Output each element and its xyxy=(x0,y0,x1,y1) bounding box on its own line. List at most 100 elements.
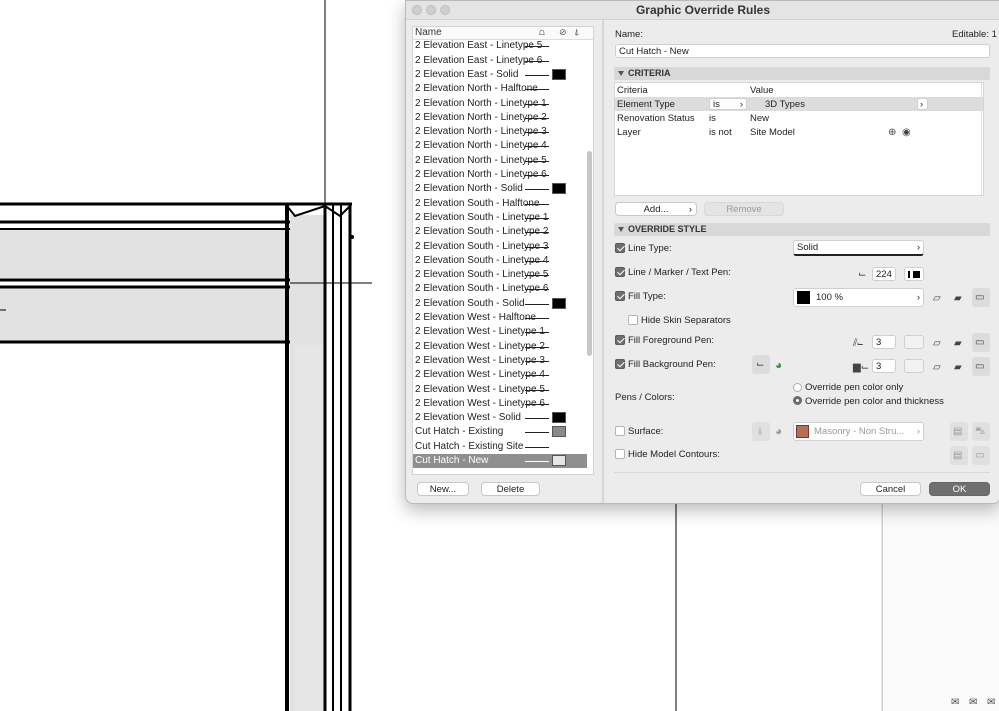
cancel-button[interactable]: Cancel xyxy=(860,482,921,496)
fill-cover-icon[interactable]: ▰ xyxy=(954,293,962,304)
fill-background-pen-number[interactable]: 3 xyxy=(872,359,896,373)
panel-splitter[interactable] xyxy=(602,20,604,503)
criteria-section-header[interactable]: CRITERIA xyxy=(614,67,990,80)
override-color-thickness-radio[interactable] xyxy=(793,396,802,405)
fill-foreground-color-swatch[interactable] xyxy=(904,335,924,349)
rule-list-item[interactable]: Cut Hatch - Existing xyxy=(413,425,587,439)
hide-skin-separators-checkbox[interactable] xyxy=(628,315,638,325)
line-type-column-icon[interactable]: ⩍ xyxy=(539,28,548,37)
rule-list-item[interactable]: Cut Hatch - New xyxy=(413,454,587,468)
rule-list-item[interactable]: 2 Elevation West - Linetype 1 xyxy=(413,325,587,339)
rule-list-item[interactable]: 2 Elevation East - Linetype 6 xyxy=(413,54,587,68)
chevron-right-icon: › xyxy=(688,204,692,215)
rules-list[interactable]: 2 Elevation East - Linetype 42 Elevation… xyxy=(412,26,594,475)
surface-checkbox[interactable] xyxy=(615,426,625,436)
add-criteria-button[interactable]: Add... › xyxy=(615,202,697,216)
rule-list-item[interactable]: 2 Elevation South - Halftone xyxy=(413,197,587,211)
fill-cut-icon[interactable]: ▱ xyxy=(933,293,941,304)
bg-cut-icon[interactable]: ▱ xyxy=(933,362,941,373)
rule-name-input[interactable]: Cut Hatch - New xyxy=(615,44,990,58)
new-rule-button[interactable]: New... xyxy=(417,482,469,496)
rule-list-item[interactable]: 2 Elevation North - Linetype 6 xyxy=(413,168,587,182)
rule-list-item[interactable]: 2 Elevation South - Linetype 5 xyxy=(413,268,587,282)
rule-list-item[interactable]: 2 Elevation South - Solid xyxy=(413,297,587,311)
rule-list-item[interactable]: 2 Elevation North - Linetype 2 xyxy=(413,111,587,125)
fill-foreground-pen-number[interactable]: 3 xyxy=(872,335,896,349)
color-wheel-icon[interactable]: ◕ xyxy=(775,359,782,371)
line-type-preview xyxy=(525,232,549,234)
rule-list-item[interactable]: 2 Elevation North - Linetype 4 xyxy=(413,139,587,153)
line-type-preview xyxy=(525,303,549,305)
rule-list-item[interactable]: Cut Hatch - Existing Site xyxy=(413,440,587,454)
rule-list-item[interactable]: 2 Elevation West - Linetype 2 xyxy=(413,340,587,354)
hide-model-contours-checkbox[interactable] xyxy=(615,449,625,459)
delete-rule-button[interactable]: Delete xyxy=(481,482,540,496)
criteria-row-selected[interactable]: Element Type is › 3D Types › xyxy=(615,97,983,111)
pen-column-icon[interactable]: ⍋ xyxy=(574,28,583,37)
criteria-row[interactable]: Renovation Status is New xyxy=(615,111,983,125)
scrollbar-thumb[interactable] xyxy=(587,151,592,356)
name-column-header[interactable]: Name xyxy=(415,27,442,38)
pen-picker-button[interactable]: ⌙ xyxy=(752,355,770,374)
rule-list-item[interactable]: 2 Elevation North - Linetype 3 xyxy=(413,125,587,139)
criteria-operator-select[interactable]: is › xyxy=(709,98,747,110)
rule-list-item[interactable]: 2 Elevation West - Linetype 4 xyxy=(413,368,587,382)
contours-catalog-icon[interactable]: ▤ xyxy=(950,446,968,465)
pen-color-icon xyxy=(908,271,910,278)
fg-drafting-icon[interactable]: ▭ xyxy=(972,333,990,352)
fg-cut-icon[interactable]: ▱ xyxy=(933,338,941,349)
surface-pen-button[interactable]: ⍋ xyxy=(752,422,770,441)
fill-background-color-swatch[interactable] xyxy=(904,359,924,373)
ok-button[interactable]: OK xyxy=(929,482,990,496)
rule-list-item[interactable]: 2 Elevation South - Linetype 6 xyxy=(413,282,587,296)
criteria-table-scrollbar[interactable] xyxy=(981,83,982,195)
surface-catalog-icon[interactable]: ▤ xyxy=(950,422,968,441)
line-type-checkbox[interactable] xyxy=(615,243,625,253)
line-type-preview xyxy=(525,117,549,119)
rule-list-item[interactable]: 2 Elevation West - Solid xyxy=(413,411,587,425)
line-pen-color-swatch[interactable] xyxy=(904,267,924,281)
line-type-select[interactable]: Solid › xyxy=(793,240,924,256)
rule-list-item[interactable]: 2 Elevation West - Linetype 3 xyxy=(413,354,587,368)
rule-list-item[interactable]: 2 Elevation South - Linetype 4 xyxy=(413,254,587,268)
fill-column-icon[interactable]: ⊘ xyxy=(559,28,568,37)
rule-list-item[interactable]: 2 Elevation West - Linetype 6 xyxy=(413,397,587,411)
mail-icon[interactable]: ✉ xyxy=(951,697,959,708)
envelope-icon[interactable]: ✉ xyxy=(987,697,995,708)
title-bar[interactable]: Graphic Override Rules xyxy=(406,1,999,20)
rule-list-item[interactable]: 2 Elevation East - Linetype 5 xyxy=(413,39,587,53)
rule-list-item[interactable]: 2 Elevation West - Linetype 5 xyxy=(413,383,587,397)
list-scrollbar[interactable] xyxy=(587,41,592,471)
line-pen-number[interactable]: 224 xyxy=(872,267,896,281)
fill-type-checkbox[interactable] xyxy=(615,291,625,301)
fg-cover-icon[interactable]: ▰ xyxy=(954,338,962,349)
fill-background-checkbox[interactable] xyxy=(615,359,625,369)
rule-list-item[interactable]: 2 Elevation West - Halftone xyxy=(413,311,587,325)
bg-drafting-icon[interactable]: ▭ xyxy=(972,357,990,376)
rule-list-item[interactable]: 2 Elevation North - Halftone xyxy=(413,82,587,96)
rule-list-item[interactable]: 2 Elevation North - Linetype 5 xyxy=(413,154,587,168)
surface-select[interactable]: Masonry - Non Stru... › xyxy=(793,422,924,441)
fill-drafting-icon[interactable]: ▭ xyxy=(972,288,990,307)
rule-list-item[interactable]: 2 Elevation North - Solid xyxy=(413,182,587,196)
rule-list-item[interactable]: 2 Elevation South - Linetype 3 xyxy=(413,240,587,254)
override-color-only-radio[interactable] xyxy=(793,383,802,392)
bg-cover-icon[interactable]: ▰ xyxy=(954,362,962,373)
criteria-row[interactable]: Layer is not Site Model ⊕ ◉ xyxy=(615,125,983,139)
fill-type-select[interactable]: 100 % › xyxy=(793,288,924,307)
eye-icon[interactable]: ◉ xyxy=(902,127,911,138)
rule-list-item[interactable]: 2 Elevation South - Linetype 1 xyxy=(413,211,587,225)
surface-vehicle-icon[interactable]: ⛍ xyxy=(972,422,990,441)
line-pen-checkbox[interactable] xyxy=(615,267,625,277)
rule-list-item[interactable]: 2 Elevation North - Linetype 1 xyxy=(413,97,587,111)
inbox-icon[interactable]: ✉ xyxy=(969,697,977,708)
lock-icon[interactable]: ⊕ xyxy=(888,127,896,138)
contours-edit-icon[interactable]: ▭ xyxy=(972,446,990,465)
override-style-section-header[interactable]: OVERRIDE STYLE xyxy=(614,223,990,236)
fill-foreground-checkbox[interactable] xyxy=(615,335,625,345)
rule-list-item[interactable]: 2 Elevation South - Linetype 2 xyxy=(413,225,587,239)
remove-criteria-button[interactable]: Remove xyxy=(704,202,784,216)
value-picker-button[interactable]: › xyxy=(917,98,928,110)
rule-list-item[interactable]: 2 Elevation East - Solid xyxy=(413,68,587,82)
surface-color-wheel-icon[interactable]: ◕ xyxy=(775,425,782,437)
